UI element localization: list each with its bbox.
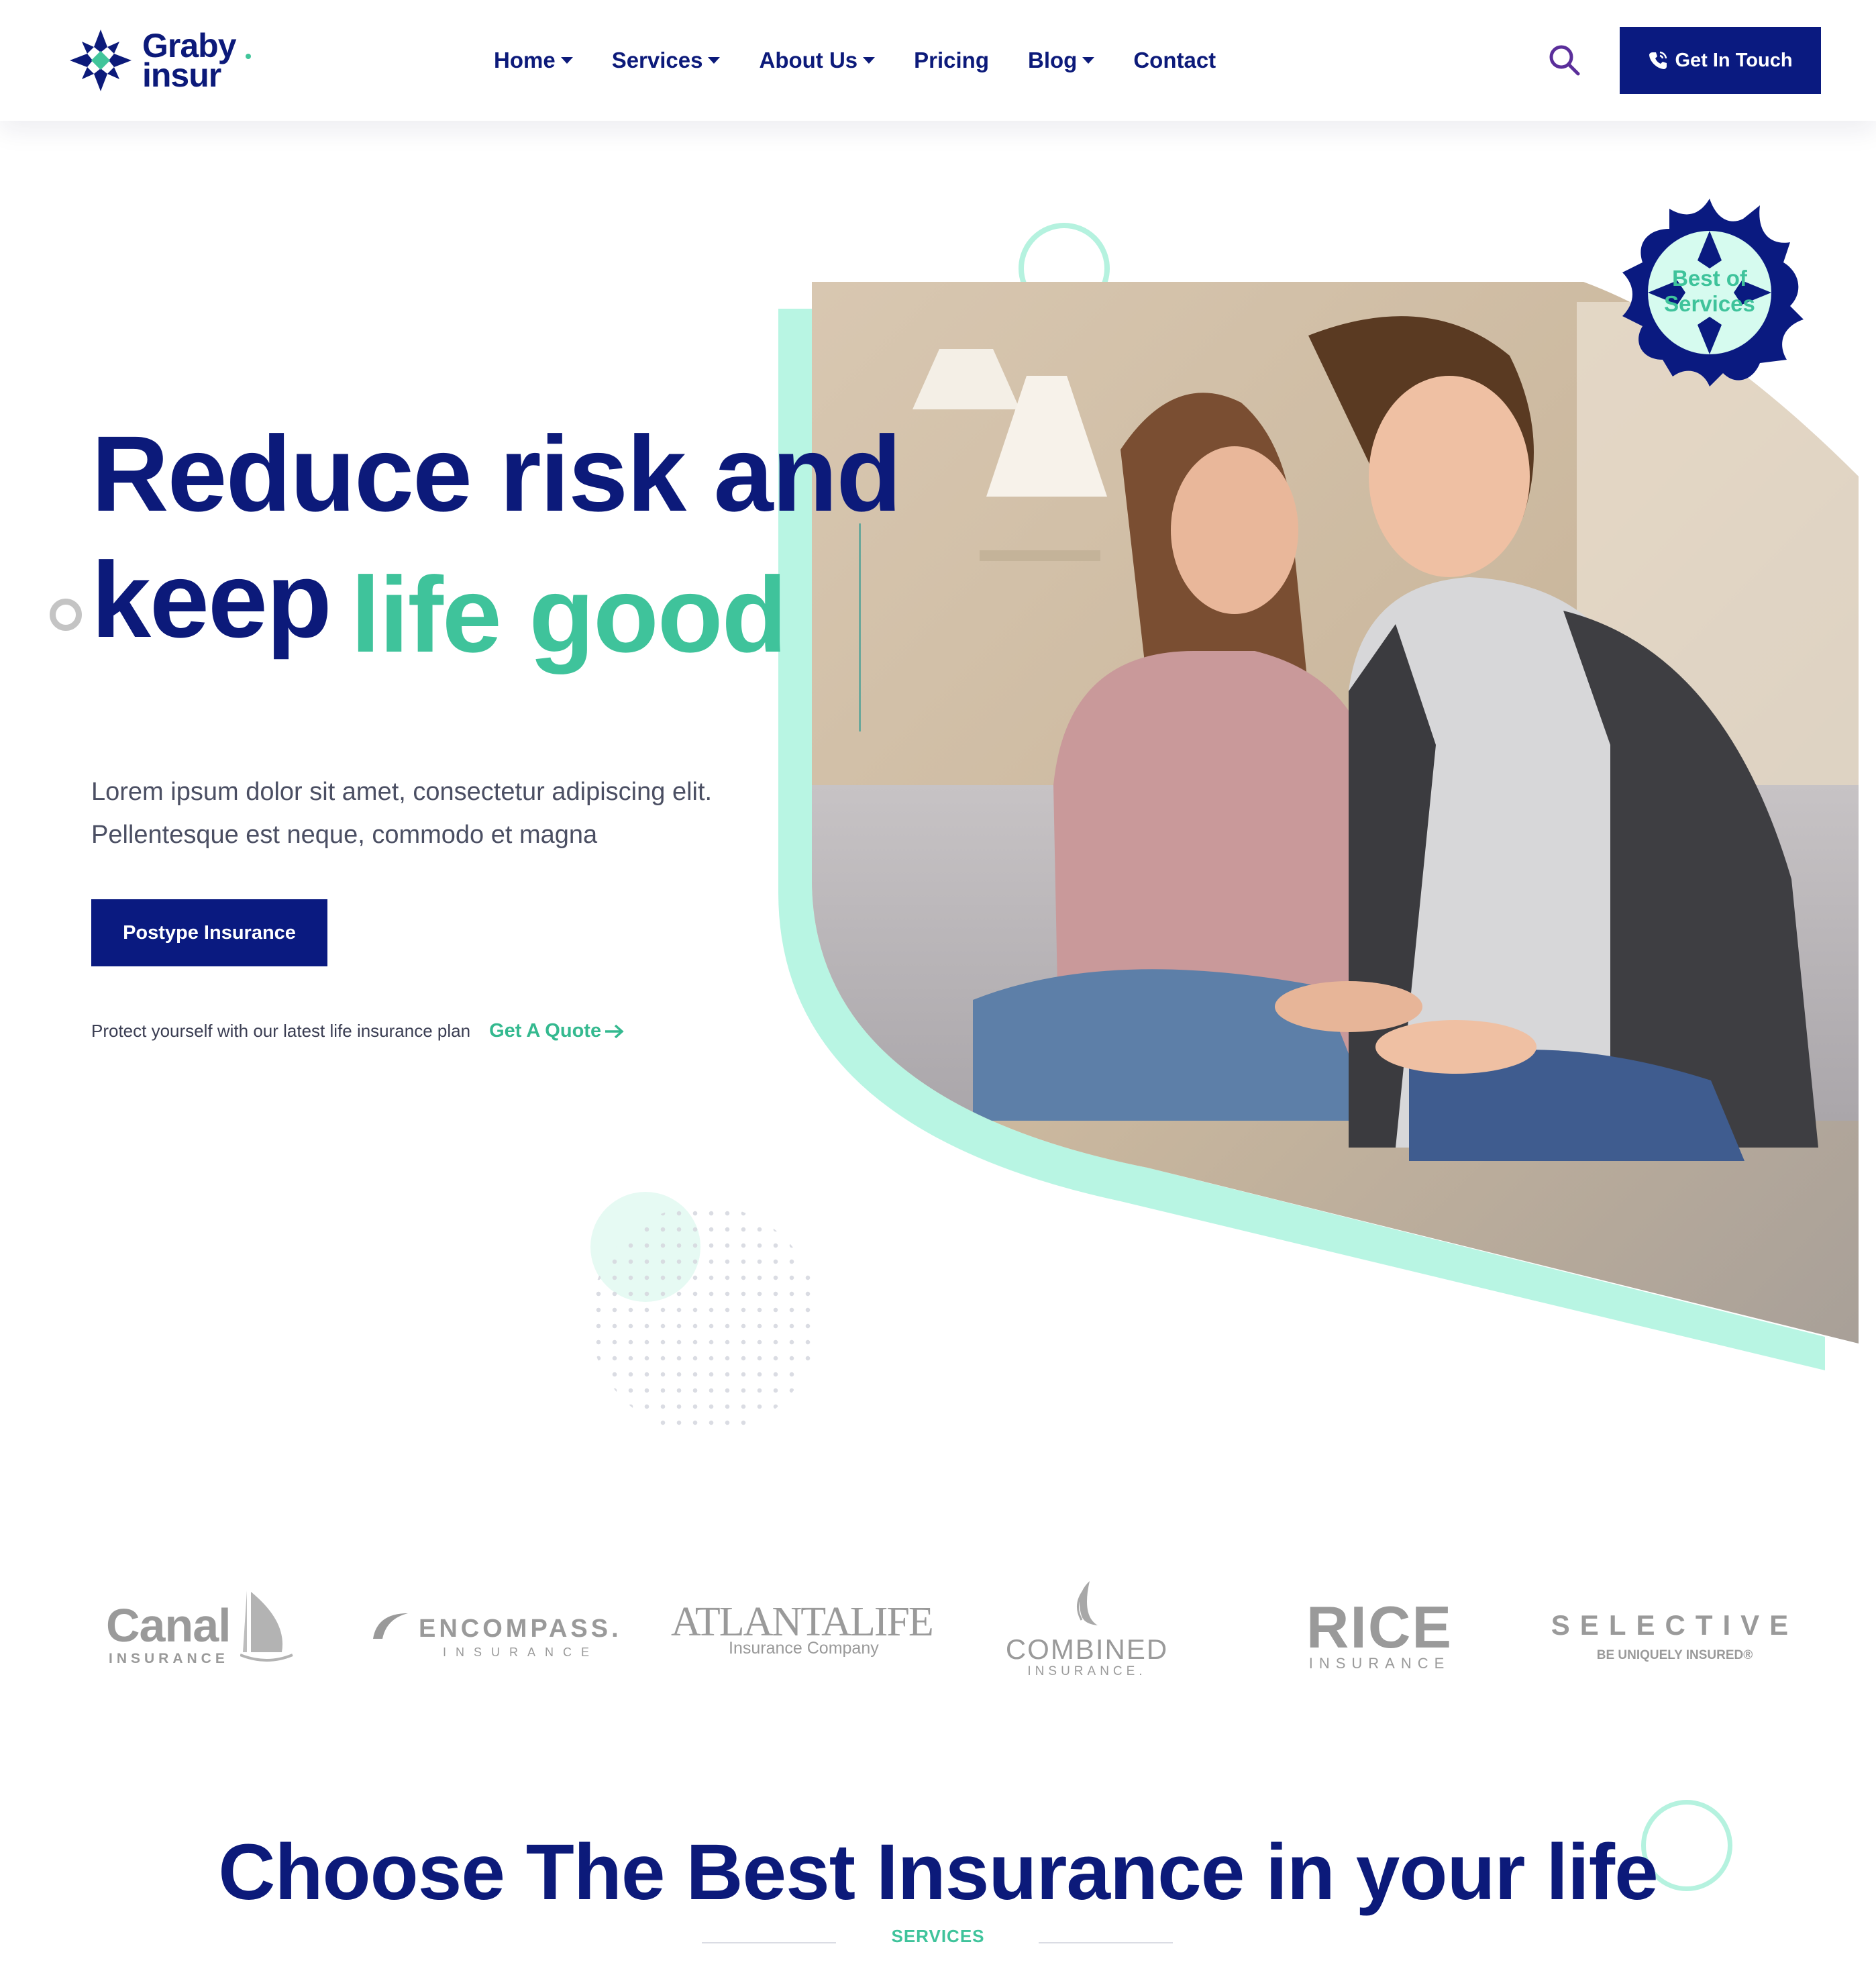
partner-logo-rice: RICE INSURANCE bbox=[1299, 1593, 1460, 1674]
section-heading: Choose The Best Insurance in your life bbox=[218, 1828, 1658, 1917]
nav-home[interactable]: Home bbox=[494, 48, 573, 73]
brand-logo[interactable]: Graby insur bbox=[67, 26, 262, 95]
partner-rice-sub: INSURANCE bbox=[1308, 1655, 1451, 1672]
postype-insurance-button[interactable]: Postype Insurance bbox=[91, 899, 327, 966]
get-in-touch-label: Get In Touch bbox=[1675, 49, 1793, 71]
description-line1: Lorem ipsum dolor sit amet, consectetur … bbox=[91, 778, 713, 806]
logo-dot bbox=[246, 54, 251, 59]
section-label: SERVICES bbox=[891, 1926, 985, 1946]
get-a-quote-link[interactable]: Get A Quote bbox=[489, 1020, 624, 1042]
logo-wordmark: Graby insur bbox=[142, 29, 237, 94]
protect-text: Protect yourself with our latest life in… bbox=[91, 1021, 471, 1041]
partner-atlantalife-sub: Insurance Company bbox=[729, 1639, 879, 1658]
hero-headline: Reduce risk and keep life good bbox=[91, 411, 902, 674]
partner-logo-atlantalife: ATLANTALIFE Insurance Company bbox=[668, 1594, 934, 1662]
star-logo-icon bbox=[70, 30, 132, 91]
partner-encompass-name: ENCOMPASS. bbox=[419, 1615, 622, 1643]
badge-label: Best of Services bbox=[1616, 266, 1804, 317]
section-label-divider-right bbox=[1039, 1942, 1173, 1943]
partner-logo-selective: SELECTIVE BE UNIQUELY INSURED® bbox=[1547, 1604, 1802, 1664]
nav-blog-label: Blog bbox=[1028, 48, 1078, 72]
caret-down-icon bbox=[560, 57, 573, 64]
partner-logo-combined: COMBINED INSURANCE. bbox=[980, 1578, 1194, 1679]
partner-rice-name: RICE bbox=[1306, 1594, 1453, 1660]
get-a-quote-label: Get A Quote bbox=[489, 1020, 602, 1042]
phone-icon bbox=[1649, 51, 1667, 69]
partner-logo-canal: Canal INSURANCE bbox=[106, 1588, 301, 1668]
logo-line2: insur bbox=[142, 56, 221, 94]
swoosh-icon bbox=[373, 1613, 408, 1639]
nav-about-us-label: About Us bbox=[759, 48, 858, 72]
badge-line2: Services bbox=[1664, 291, 1755, 316]
decorative-ring bbox=[50, 599, 82, 631]
hero-photo-couple bbox=[778, 282, 1859, 1370]
partner-encompass-sub: INSURANCE bbox=[443, 1645, 599, 1659]
partner-combined-name: COMBINED bbox=[1005, 1633, 1169, 1665]
nav-contact[interactable]: Contact bbox=[1133, 48, 1216, 73]
partner-combined-sub: INSURANCE. bbox=[1027, 1664, 1147, 1678]
get-in-touch-button[interactable]: Get In Touch bbox=[1620, 27, 1821, 94]
nav-contact-label: Contact bbox=[1133, 48, 1216, 72]
partner-selective-name: SELECTIVE bbox=[1551, 1609, 1799, 1641]
nav-services[interactable]: Services bbox=[612, 48, 721, 73]
headline-keep: keep bbox=[91, 540, 332, 660]
nav-about-us[interactable]: About Us bbox=[759, 48, 876, 73]
hero-description: Lorem ipsum dolor sit amet, consectetur … bbox=[91, 770, 829, 856]
nav-blog[interactable]: Blog bbox=[1028, 48, 1095, 73]
partner-logo-encompass: ENCOMPASS. INSURANCE bbox=[370, 1603, 622, 1659]
badge-line1: Best of bbox=[1672, 266, 1747, 291]
caret-down-icon bbox=[1082, 57, 1095, 64]
headline-accent: life good bbox=[350, 554, 788, 674]
site-header: Graby insur Home Services About Us Prici… bbox=[0, 0, 1876, 121]
caret-down-icon bbox=[708, 57, 721, 64]
headline-line1: Reduce risk and bbox=[91, 413, 902, 534]
arrow-right-icon bbox=[605, 1024, 624, 1038]
partner-canal-sub: INSURANCE bbox=[109, 1651, 229, 1666]
main-nav: Home Services About Us Pricing Blog Cont… bbox=[494, 43, 1216, 78]
headline-line2: keep life good bbox=[91, 537, 900, 674]
sailboat-icon bbox=[240, 1590, 293, 1662]
search-icon bbox=[1549, 45, 1580, 76]
text-cursor bbox=[859, 523, 861, 731]
caret-down-icon bbox=[863, 57, 876, 64]
nav-pricing[interactable]: Pricing bbox=[914, 48, 989, 73]
search-button[interactable] bbox=[1547, 43, 1582, 78]
flame-icon bbox=[1077, 1581, 1098, 1625]
nav-home-label: Home bbox=[494, 48, 556, 72]
nav-services-label: Services bbox=[611, 48, 703, 72]
partner-selective-sub: BE UNIQUELY INSURED® bbox=[1596, 1648, 1753, 1662]
nav-pricing-label: Pricing bbox=[914, 48, 989, 72]
protect-row: Protect yourself with our latest life in… bbox=[91, 1020, 624, 1042]
description-line2: Pellentesque est neque, commodo et magna bbox=[91, 821, 598, 849]
partner-canal-name: Canal bbox=[106, 1599, 231, 1652]
